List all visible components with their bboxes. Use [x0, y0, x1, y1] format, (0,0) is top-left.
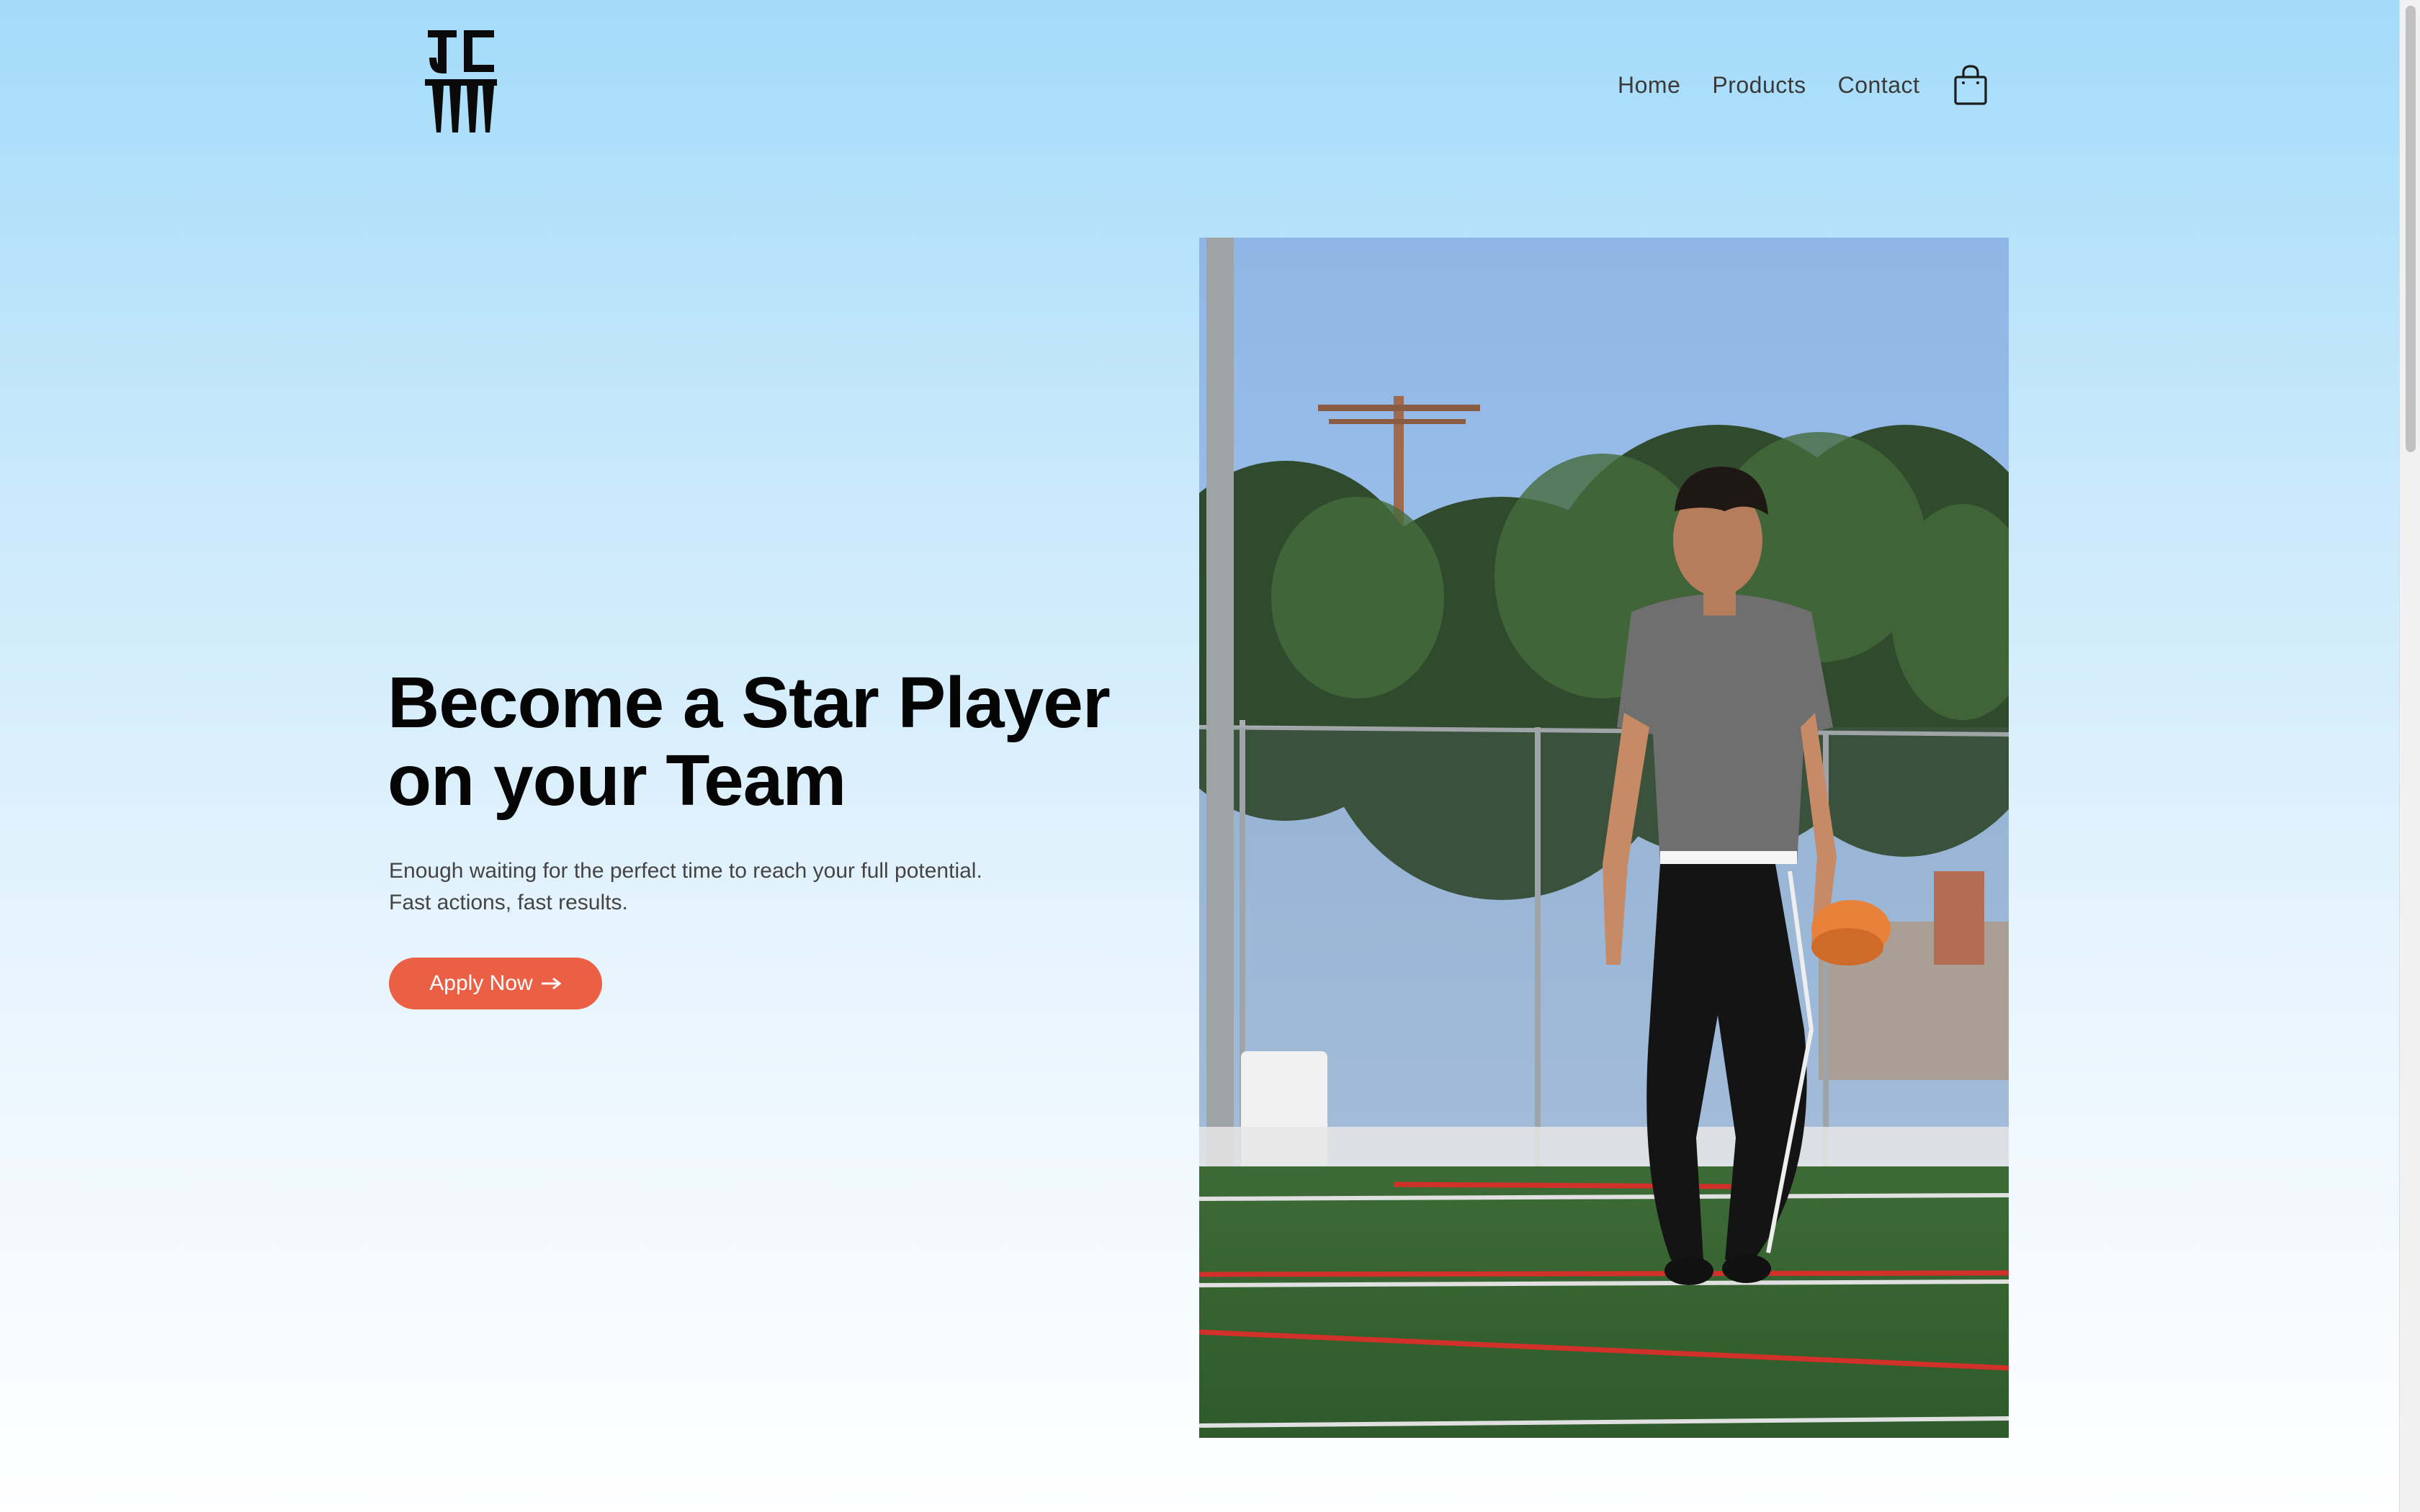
hero-description: Enough waiting for the perfect time to r… [389, 855, 1109, 919]
nav-products-link[interactable]: Products [1712, 72, 1806, 99]
hero-title-line1: Become a Star Player [387, 662, 1111, 743]
shopping-bag-icon[interactable] [1951, 63, 1990, 107]
apply-now-label: Apply Now [429, 971, 533, 995]
hero-description-line2: Fast actions, fast results. [389, 891, 628, 914]
hero-title-line2: on your Team [387, 740, 846, 821]
hero-description-line1: Enough waiting for the perfect time to r… [389, 859, 982, 883]
hero-title: Become a Star Player on your Team [387, 664, 1165, 819]
main-nav: Home Products Contact [1618, 63, 1990, 107]
landing-page: Home Products Contact Become a Star Play… [0, 0, 2400, 1512]
brand-logo[interactable] [425, 29, 497, 134]
hero-image [1199, 238, 2009, 1438]
nav-contact-link[interactable]: Contact [1838, 72, 1920, 99]
scrollbar-thumb[interactable] [2406, 6, 2416, 452]
apply-now-button[interactable]: Apply Now [389, 958, 602, 1009]
vertical-scrollbar[interactable] [2399, 0, 2420, 1512]
nav-home-link[interactable]: Home [1618, 72, 1680, 99]
arrow-right-icon [541, 977, 562, 990]
